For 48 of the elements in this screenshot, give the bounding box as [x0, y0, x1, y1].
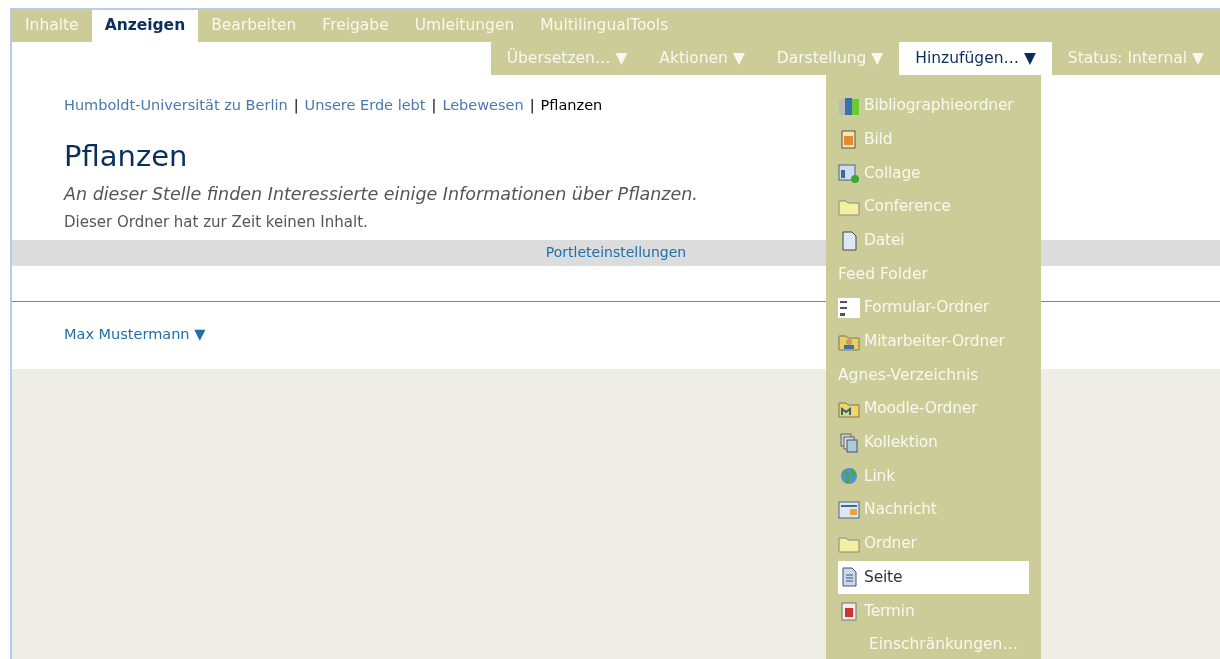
- menu-button[interactable]: Status: Internal ▼: [1051, 42, 1220, 75]
- menu-item[interactable]: Kollektion: [838, 425, 1029, 460]
- menu-item[interactable]: Conference: [838, 190, 1029, 224]
- tab[interactable]: Bearbeiten: [198, 10, 310, 42]
- tab[interactable]: Freigabe: [309, 10, 402, 42]
- breadcrumb-current: Pflanzen: [540, 96, 603, 115]
- menu-item[interactable]: Mitarbeiter-Ordner: [838, 324, 1029, 359]
- menu-item[interactable]: Einschränkungen…: [838, 628, 1029, 659]
- breadcrumb-link[interactable]: Humboldt-Universität zu Berlin: [64, 95, 288, 117]
- page-title: Pflanzen: [64, 138, 188, 173]
- tab[interactable]: Umleitungen: [401, 10, 528, 42]
- menu-item[interactable]: Seite: [838, 560, 1029, 595]
- user-menu-button[interactable]: Max Mustermann ▼: [64, 324, 206, 346]
- tab[interactable]: Inhalte: [12, 10, 92, 42]
- page-description: An dieser Stelle finden Interessierte einige Informationen über Pflanzen.: [64, 182, 698, 206]
- menu-item[interactable]: Formular-Ordner: [838, 291, 1029, 325]
- tab[interactable]: Anzeigen: [91, 10, 199, 42]
- folder-icon: [838, 399, 860, 420]
- menu-button[interactable]: Aktionen ▼: [643, 42, 761, 75]
- form-icon: [838, 297, 860, 318]
- breadcrumb-separator: |: [431, 96, 437, 116]
- stacked-pages-icon: [838, 432, 860, 453]
- menu-item[interactable]: Collage: [838, 156, 1029, 191]
- menu-item[interactable]: Nachricht: [838, 493, 1029, 527]
- globe-icon: [838, 466, 860, 487]
- menu-item[interactable]: Termin: [838, 594, 1029, 628]
- empty-folder-note: Dieser Ordner hat zur Zeit keinen Inhalt.: [64, 212, 368, 233]
- portlet-settings-link[interactable]: Portleteinstellungen: [545, 242, 687, 263]
- menu-button[interactable]: Hinzufügen… ▼: [899, 42, 1052, 75]
- collage-icon: [838, 163, 860, 184]
- menu-button[interactable]: Übersetzen… ▼: [490, 42, 644, 75]
- menu-item[interactable]: Ordner: [838, 526, 1029, 561]
- news-icon: [838, 500, 860, 521]
- tab[interactable]: MultilingualTools: [527, 10, 682, 42]
- menu-item[interactable]: Bild: [838, 122, 1029, 157]
- menu-item[interactable]: Feed Folder: [838, 257, 1029, 292]
- breadcrumb-separator: |: [529, 96, 535, 116]
- breadcrumb-link[interactable]: Lebewesen: [442, 95, 524, 117]
- breadcrumb-link[interactable]: Unsere Erde lebt: [304, 95, 426, 117]
- breadcrumb-separator: |: [293, 96, 299, 116]
- calendar-icon: [838, 601, 860, 622]
- books-icon: [838, 95, 860, 116]
- menu-item[interactable]: Datei: [838, 223, 1029, 258]
- menu-item[interactable]: Agnes-Verzeichnis: [838, 358, 1029, 393]
- menu-item[interactable]: Moodle-Ordner: [838, 392, 1029, 426]
- menu-item[interactable]: Link: [838, 459, 1029, 494]
- menu-button[interactable]: Darstellung ▼: [760, 42, 900, 75]
- menu-item[interactable]: Bibliographieordner: [838, 89, 1029, 123]
